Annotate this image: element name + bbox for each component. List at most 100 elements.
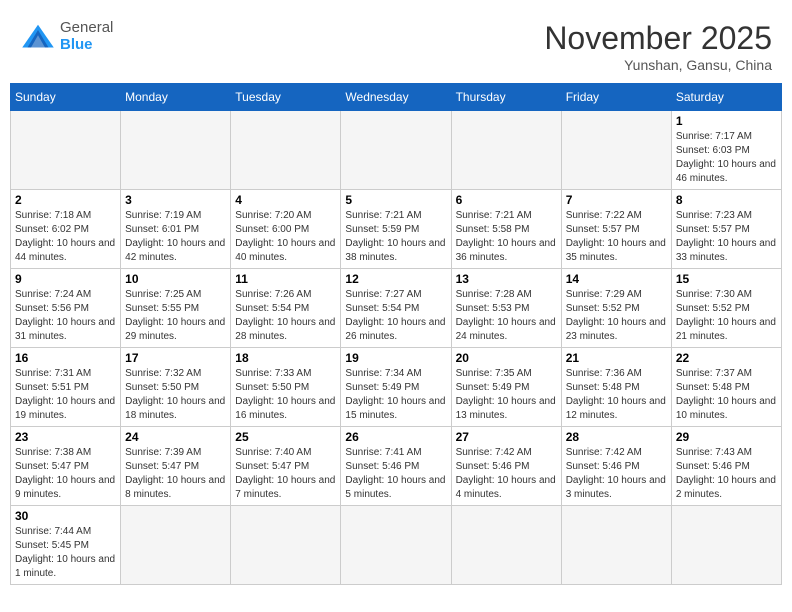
day-info: Sunrise: 7:29 AM Sunset: 5:52 PM Dayligh… bbox=[566, 288, 667, 344]
day-cell bbox=[121, 506, 231, 585]
day-number: 23 bbox=[15, 430, 116, 444]
day-number: 25 bbox=[235, 430, 336, 444]
day-cell: 25Sunrise: 7:40 AM Sunset: 5:47 PM Dayli… bbox=[231, 427, 341, 506]
logo-text: General Blue bbox=[60, 20, 113, 53]
week-row-2: 2Sunrise: 7:18 AM Sunset: 6:02 PM Daylig… bbox=[11, 190, 782, 269]
day-info: Sunrise: 7:22 AM Sunset: 5:57 PM Dayligh… bbox=[566, 209, 667, 265]
day-cell bbox=[341, 111, 451, 190]
day-cell: 27 Sunrise: 7:42 AM Sunset: 5:46 PM Dayli… bbox=[451, 427, 561, 506]
day-cell: 2Sunrise: 7:18 AM Sunset: 6:02 PM Daylig… bbox=[11, 190, 121, 269]
day-info: Sunrise: 7:26 AM Sunset: 5:54 PM Dayligh… bbox=[235, 288, 336, 344]
day-info: Sunrise: 7:44 AM Sunset: 5:45 PM Dayligh… bbox=[15, 525, 116, 581]
day-cell: 9 Sunrise: 7:24 AM Sunset: 5:56 PM Daylig… bbox=[11, 269, 121, 348]
day-number: 7 bbox=[566, 193, 667, 207]
day-cell: 18 Sunrise: 7:33 AM Sunset: 5:50 PM Dayli… bbox=[231, 348, 341, 427]
day-number: 24 bbox=[125, 430, 226, 444]
day-number: 17 bbox=[125, 351, 226, 365]
week-row-4: 16Sunrise: 7:31 AM Sunset: 5:51 PM Dayli… bbox=[11, 348, 782, 427]
day-number: 9 bbox=[15, 272, 116, 286]
day-cell: 12 Sunrise: 7:27 AM Sunset: 5:54 PM Dayli… bbox=[341, 269, 451, 348]
day-info: Sunrise: 7:25 AM Sunset: 5:55 PM Dayligh… bbox=[125, 288, 226, 344]
day-cell bbox=[231, 111, 341, 190]
day-number: 20 bbox=[456, 351, 557, 365]
day-cell: 6 Sunrise: 7:21 AM Sunset: 5:58 PM Daylig… bbox=[451, 190, 561, 269]
day-info: Sunrise: 7:28 AM Sunset: 5:53 PM Dayligh… bbox=[456, 288, 557, 344]
day-number: 14 bbox=[566, 272, 667, 286]
page: General Blue November 2025 Yunshan, Gans… bbox=[0, 0, 792, 600]
weekday-friday: Friday bbox=[561, 84, 671, 111]
week-row-5: 23Sunrise: 7:38 AM Sunset: 5:47 PM Dayli… bbox=[11, 427, 782, 506]
weekday-sunday: Sunday bbox=[11, 84, 121, 111]
day-number: 4 bbox=[235, 193, 336, 207]
day-cell bbox=[561, 506, 671, 585]
day-info: Sunrise: 7:34 AM Sunset: 5:49 PM Dayligh… bbox=[345, 367, 446, 423]
title-block: November 2025 Yunshan, Gansu, China bbox=[544, 20, 772, 73]
day-info: Sunrise: 7:42 AM Sunset: 5:46 PM Dayligh… bbox=[456, 446, 557, 502]
day-number: 2 bbox=[15, 193, 116, 207]
location: Yunshan, Gansu, China bbox=[544, 57, 772, 73]
day-info: Sunrise: 7:37 AM Sunset: 5:48 PM Dayligh… bbox=[676, 367, 777, 423]
day-info: Sunrise: 7:32 AM Sunset: 5:50 PM Dayligh… bbox=[125, 367, 226, 423]
day-cell: 28Sunrise: 7:42 AM Sunset: 5:46 PM Dayli… bbox=[561, 427, 671, 506]
day-info: Sunrise: 7:27 AM Sunset: 5:54 PM Dayligh… bbox=[345, 288, 446, 344]
day-info: Sunrise: 7:19 AM Sunset: 6:01 PM Dayligh… bbox=[125, 209, 226, 265]
day-cell bbox=[561, 111, 671, 190]
day-cell: 10 Sunrise: 7:25 AM Sunset: 5:55 PM Dayli… bbox=[121, 269, 231, 348]
day-cell: 17 Sunrise: 7:32 AM Sunset: 5:50 PM Dayli… bbox=[121, 348, 231, 427]
day-info: Sunrise: 7:42 AM Sunset: 5:46 PM Dayligh… bbox=[566, 446, 667, 502]
day-info: Sunrise: 7:21 AM Sunset: 5:59 PM Dayligh… bbox=[345, 209, 446, 265]
day-number: 12 bbox=[345, 272, 446, 286]
day-number: 10 bbox=[125, 272, 226, 286]
day-number: 22 bbox=[676, 351, 777, 365]
day-number: 5 bbox=[345, 193, 446, 207]
week-row-6: 30 Sunrise: 7:44 AM Sunset: 5:45 PM Dayli… bbox=[11, 506, 782, 585]
day-info: Sunrise: 7:21 AM Sunset: 5:58 PM Dayligh… bbox=[456, 209, 557, 265]
day-cell: 15 Sunrise: 7:30 AM Sunset: 5:52 PM Dayli… bbox=[671, 269, 781, 348]
day-info: Sunrise: 7:23 AM Sunset: 5:57 PM Dayligh… bbox=[676, 209, 777, 265]
day-number: 13 bbox=[456, 272, 557, 286]
day-number: 18 bbox=[235, 351, 336, 365]
day-cell bbox=[451, 111, 561, 190]
day-number: 16 bbox=[15, 351, 116, 365]
day-number: 29 bbox=[676, 430, 777, 444]
day-number: 3 bbox=[125, 193, 226, 207]
week-row-3: 9 Sunrise: 7:24 AM Sunset: 5:56 PM Daylig… bbox=[11, 269, 782, 348]
day-cell: 5 Sunrise: 7:21 AM Sunset: 5:59 PM Daylig… bbox=[341, 190, 451, 269]
day-cell: 14 Sunrise: 7:29 AM Sunset: 5:52 PM Dayli… bbox=[561, 269, 671, 348]
day-info: Sunrise: 7:24 AM Sunset: 5:56 PM Dayligh… bbox=[15, 288, 116, 344]
day-info: Sunrise: 7:17 AM Sunset: 6:03 PM Dayligh… bbox=[676, 130, 777, 186]
day-cell: 7 Sunrise: 7:22 AM Sunset: 5:57 PM Daylig… bbox=[561, 190, 671, 269]
day-cell bbox=[451, 506, 561, 585]
day-info: Sunrise: 7:33 AM Sunset: 5:50 PM Dayligh… bbox=[235, 367, 336, 423]
day-cell: 3 Sunrise: 7:19 AM Sunset: 6:01 PM Daylig… bbox=[121, 190, 231, 269]
day-cell: 22 Sunrise: 7:37 AM Sunset: 5:48 PM Dayli… bbox=[671, 348, 781, 427]
day-number: 27 bbox=[456, 430, 557, 444]
day-cell: 23Sunrise: 7:38 AM Sunset: 5:47 PM Dayli… bbox=[11, 427, 121, 506]
weekday-header-row: SundayMondayTuesdayWednesdayThursdayFrid… bbox=[11, 84, 782, 111]
day-cell bbox=[671, 506, 781, 585]
day-cell: 24 Sunrise: 7:39 AM Sunset: 5:47 PM Dayli… bbox=[121, 427, 231, 506]
day-number: 6 bbox=[456, 193, 557, 207]
day-number: 30 bbox=[15, 509, 116, 523]
day-info: Sunrise: 7:41 AM Sunset: 5:46 PM Dayligh… bbox=[345, 446, 446, 502]
weekday-wednesday: Wednesday bbox=[341, 84, 451, 111]
day-number: 8 bbox=[676, 193, 777, 207]
calendar: SundayMondayTuesdayWednesdayThursdayFrid… bbox=[10, 83, 782, 585]
day-cell: 13 Sunrise: 7:28 AM Sunset: 5:53 PM Dayli… bbox=[451, 269, 561, 348]
day-cell: 1Sunrise: 7:17 AM Sunset: 6:03 PM Daylig… bbox=[671, 111, 781, 190]
day-cell: 29 Sunrise: 7:43 AM Sunset: 5:46 PM Dayli… bbox=[671, 427, 781, 506]
day-cell: 16Sunrise: 7:31 AM Sunset: 5:51 PM Dayli… bbox=[11, 348, 121, 427]
weekday-tuesday: Tuesday bbox=[231, 84, 341, 111]
day-number: 11 bbox=[235, 272, 336, 286]
day-number: 15 bbox=[676, 272, 777, 286]
day-info: Sunrise: 7:30 AM Sunset: 5:52 PM Dayligh… bbox=[676, 288, 777, 344]
logo-icon bbox=[20, 23, 56, 51]
day-info: Sunrise: 7:35 AM Sunset: 5:49 PM Dayligh… bbox=[456, 367, 557, 423]
day-cell bbox=[341, 506, 451, 585]
day-cell: 8 Sunrise: 7:23 AM Sunset: 5:57 PM Daylig… bbox=[671, 190, 781, 269]
day-info: Sunrise: 7:43 AM Sunset: 5:46 PM Dayligh… bbox=[676, 446, 777, 502]
day-info: Sunrise: 7:39 AM Sunset: 5:47 PM Dayligh… bbox=[125, 446, 226, 502]
weekday-thursday: Thursday bbox=[451, 84, 561, 111]
day-cell bbox=[121, 111, 231, 190]
day-number: 19 bbox=[345, 351, 446, 365]
